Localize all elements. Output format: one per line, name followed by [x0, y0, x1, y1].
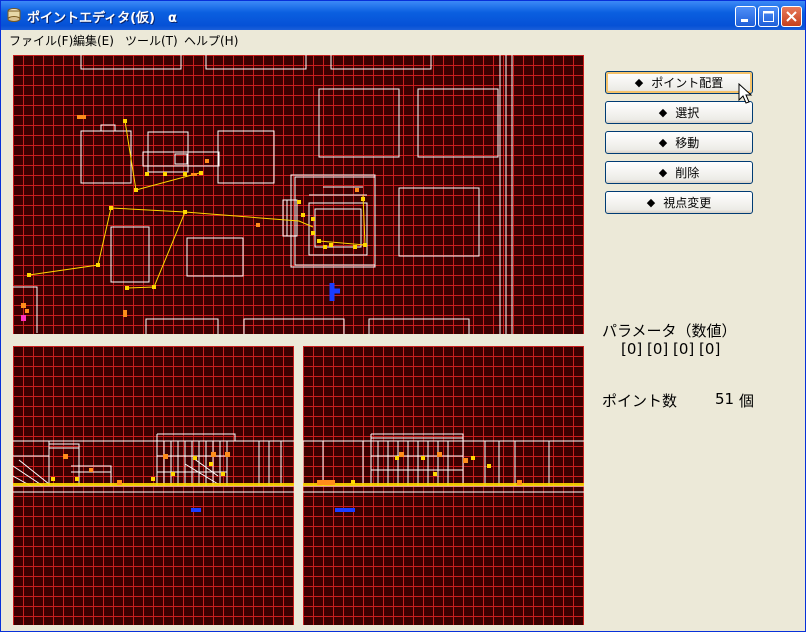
building-outline [145, 318, 219, 334]
building-detail [258, 441, 282, 486]
building-detail [371, 455, 463, 471]
close-button[interactable] [781, 6, 802, 27]
diamond-icon: ◆ [634, 76, 644, 89]
building-detail [484, 441, 550, 486]
point-markers [303, 456, 584, 486]
parameter-label: パラメータ（数値） [602, 322, 737, 340]
building-detail [13, 459, 50, 487]
window-title: ポイントエディタ(仮) α [27, 11, 177, 26]
menu-edit[interactable]: 編集(E) [73, 32, 114, 49]
menu-file[interactable]: ファイル(F) [9, 32, 73, 49]
building-detail [286, 200, 292, 236]
diamond-icon: ◆ [658, 106, 668, 119]
building-outline [243, 318, 345, 334]
title-bar[interactable]: ポイントエディタ(仮) α [1, 1, 805, 30]
delete-button[interactable]: ◆ 削除 [605, 161, 753, 184]
point-markers [13, 456, 294, 486]
button-label: 移動 [675, 136, 700, 150]
building-outline [205, 55, 307, 70]
button-label: 削除 [675, 166, 700, 180]
maximize-button[interactable] [758, 6, 779, 27]
close-icon [786, 11, 797, 22]
building-outline [368, 318, 470, 334]
path-lines [28, 120, 366, 289]
side-view-drawing [303, 433, 584, 512]
camera-marker [335, 508, 355, 512]
building-outline [174, 153, 188, 165]
building-outline [186, 237, 244, 277]
road-outline [499, 55, 513, 334]
building-outline [100, 124, 116, 132]
maximize-icon [763, 11, 774, 22]
button-label: 視点変更 [663, 196, 712, 210]
building-outline [80, 130, 132, 184]
object-markers [317, 452, 522, 485]
top-view-drawing [13, 55, 513, 334]
building-outline [417, 88, 499, 158]
menu-tools[interactable]: ツール(T) [125, 32, 178, 49]
camera-marker [329, 283, 340, 301]
point-count-value: 51 [715, 390, 735, 408]
mouse-cursor-icon [738, 83, 753, 104]
point-count-unit: 個 [739, 392, 755, 410]
building-outline [318, 88, 400, 158]
building-outline [290, 174, 376, 268]
object-markers [63, 452, 230, 485]
building-outline [217, 130, 275, 184]
building-detail [303, 441, 364, 486]
move-button[interactable]: ◆ 移動 [605, 131, 753, 154]
menu-help[interactable]: ヘルプ(H) [184, 32, 238, 49]
object-markers [21, 115, 359, 317]
building-outline [370, 433, 464, 486]
app-window: ポイントエディタ(仮) α ファイル(F) 編集(E) ツール(T) ヘルプ(H… [0, 0, 806, 632]
button-label: 選択 [675, 106, 700, 120]
front-view-drawing [13, 433, 294, 512]
place-point-button[interactable]: ◆ ポイント配置 [605, 71, 753, 94]
building-outline [330, 55, 432, 70]
point-markers [27, 119, 367, 290]
select-button[interactable]: ◆ 選択 [605, 101, 753, 124]
button-label: ポイント配置 [651, 76, 724, 90]
diamond-icon: ◆ [646, 196, 656, 209]
building-outline [398, 187, 480, 257]
building-outline [110, 226, 150, 283]
top-viewport[interactable] [13, 55, 584, 334]
menu-bar: ファイル(F) 編集(E) ツール(T) ヘルプ(H) [1, 30, 805, 49]
diamond-icon: ◆ [658, 166, 668, 179]
point-count-label: ポイント数 [602, 392, 678, 410]
diamond-icon: ◆ [658, 136, 668, 149]
front-viewport[interactable] [13, 346, 294, 625]
selected-marker [21, 315, 26, 321]
side-viewport[interactable] [303, 346, 584, 625]
minimize-button[interactable] [735, 6, 756, 27]
minimize-icon [741, 19, 748, 22]
app-icon [7, 8, 21, 22]
camera-marker [191, 508, 201, 512]
building-outline [80, 55, 182, 70]
change-view-button[interactable]: ◆ 視点変更 [605, 191, 753, 214]
parameter-values: [0] [0] [0] [0] [621, 340, 721, 358]
building-outline [294, 176, 376, 266]
